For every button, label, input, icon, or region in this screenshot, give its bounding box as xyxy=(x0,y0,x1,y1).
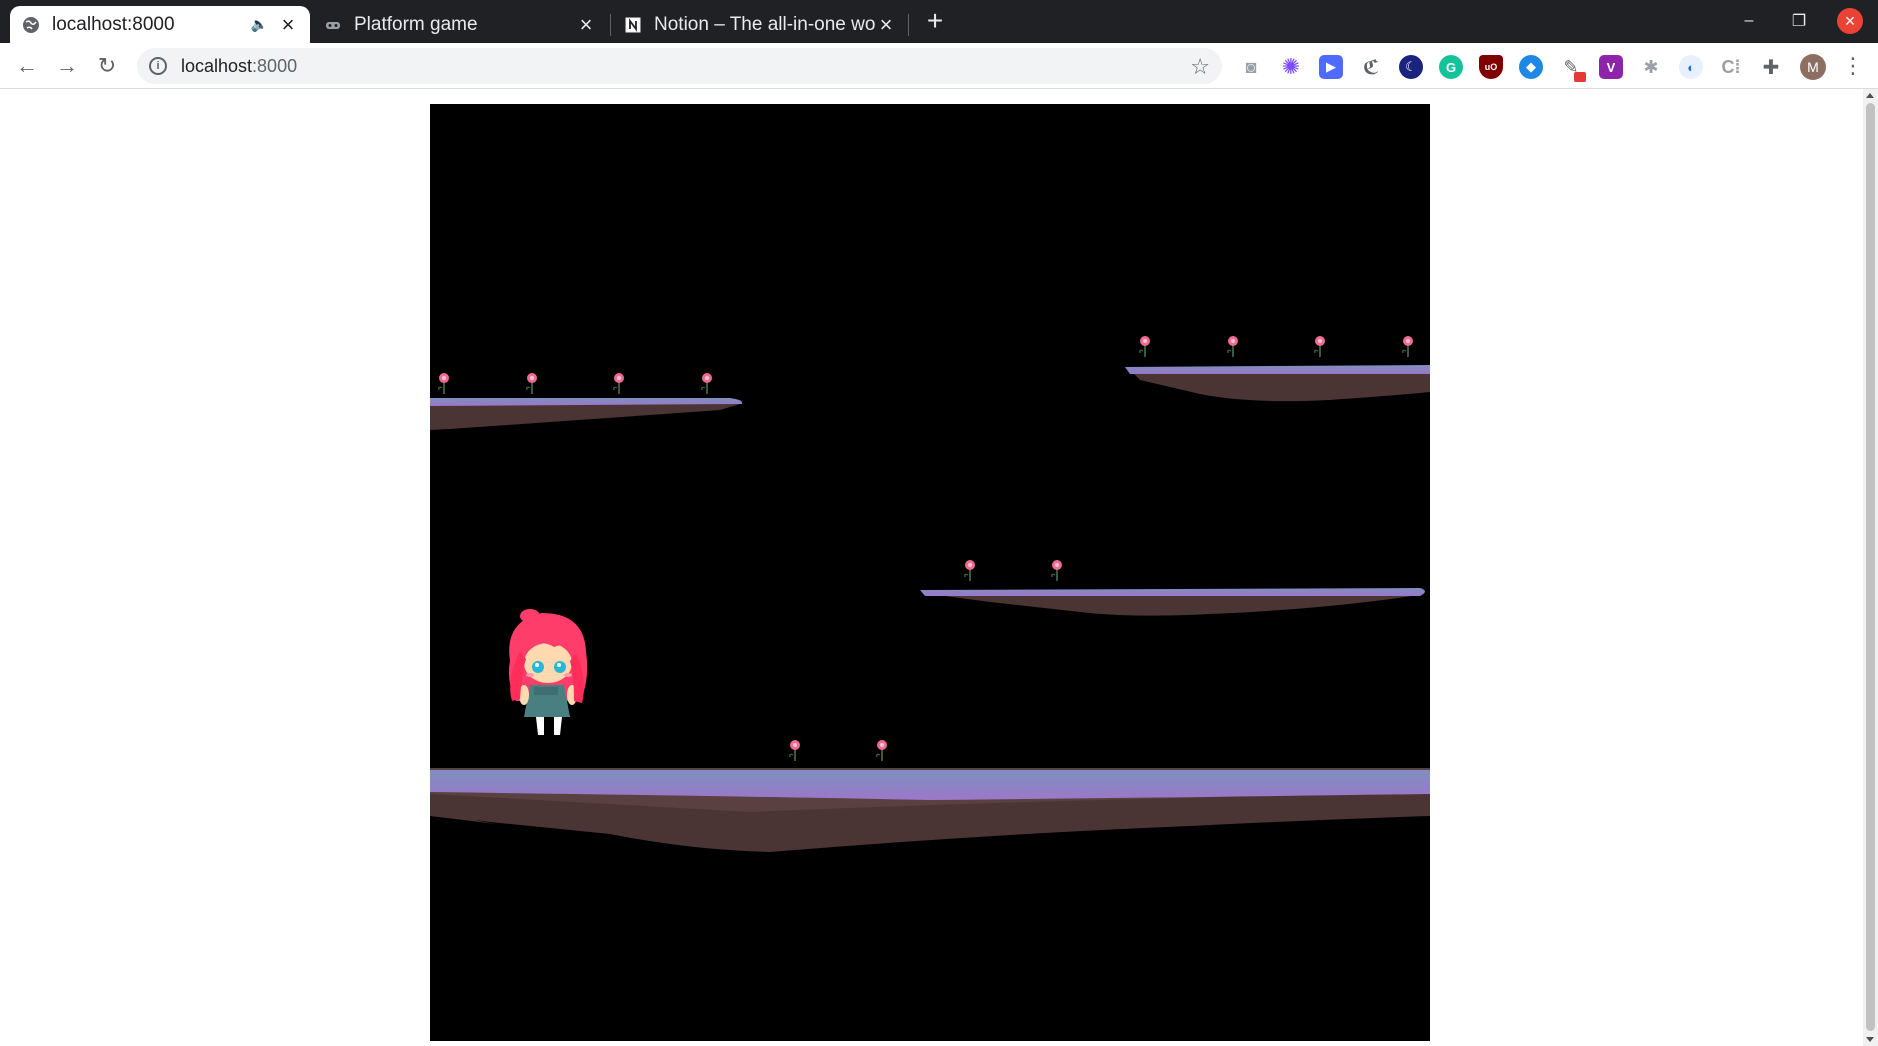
scrollbar-thumb[interactable] xyxy=(1866,103,1875,1031)
minimize-icon[interactable]: – xyxy=(1736,8,1762,34)
tab-localhost[interactable]: localhost:8000 🔈 × xyxy=(10,6,310,43)
flower xyxy=(1313,335,1326,358)
back-icon[interactable]: ← xyxy=(12,51,42,81)
v-extension-icon[interactable]: V xyxy=(1599,55,1623,79)
platform-upper-right xyxy=(1125,365,1430,402)
player-character xyxy=(508,609,588,735)
flower xyxy=(525,372,538,395)
restore-icon[interactable]: ❐ xyxy=(1786,8,1812,34)
tab-divider xyxy=(610,14,611,36)
menu-kebab-icon[interactable]: ⋮ xyxy=(1842,55,1864,77)
bookmark-star-icon[interactable]: ☆ xyxy=(1190,54,1210,80)
diamond-extension-icon[interactable]: ◆ xyxy=(1519,55,1543,79)
tab-title: localhost:8000 xyxy=(52,13,175,35)
page-viewport xyxy=(0,89,1878,1046)
speaker-icon[interactable]: 🔈 xyxy=(251,16,268,33)
browser-toolbar: ← → ↻ i localhost:8000 ☆ ◙ ✺ ▶ ℭ ☾ G uO … xyxy=(0,43,1878,89)
scroll-up-arrow[interactable] xyxy=(1866,93,1874,98)
flower xyxy=(875,739,888,762)
page-scrollbar[interactable] xyxy=(1863,89,1878,1046)
game-scene xyxy=(430,335,1430,852)
tab-title: Platform game xyxy=(354,13,478,35)
flower xyxy=(700,372,713,395)
site-info-icon[interactable]: i xyxy=(149,57,167,75)
url-port: :8000 xyxy=(252,55,298,76)
close-tab-icon[interactable]: × xyxy=(278,13,298,35)
new-tab-icon[interactable]: + xyxy=(920,5,950,36)
platform-middle-right xyxy=(920,588,1425,616)
flower xyxy=(1138,335,1151,358)
eyedropper-extension-icon[interactable]: ✎ xyxy=(1559,55,1586,82)
notion-icon xyxy=(624,16,642,34)
flower xyxy=(788,739,801,762)
camera-icon[interactable]: ◙ xyxy=(1239,55,1263,79)
flower xyxy=(1401,335,1414,358)
tab-notion[interactable]: Notion – The all-in-one wo × xyxy=(612,6,908,43)
profile-avatar[interactable]: M xyxy=(1800,54,1826,80)
tab-divider xyxy=(908,14,909,36)
game-canvas[interactable] xyxy=(430,104,1430,1041)
flower xyxy=(612,372,625,395)
flower xyxy=(1226,335,1239,358)
puzzle-icon[interactable]: ✚ xyxy=(1759,55,1783,79)
flower xyxy=(1050,559,1063,582)
close-window-icon[interactable]: × xyxy=(1837,8,1863,34)
scroll-down-arrow[interactable] xyxy=(1866,1037,1874,1042)
ublock-icon[interactable]: uO xyxy=(1479,55,1503,79)
zoom-extension-icon[interactable]: ▶ xyxy=(1319,55,1343,79)
c3-extension-icon[interactable]: C⁞ xyxy=(1719,55,1743,79)
reload-icon[interactable]: ↻ xyxy=(92,51,122,81)
close-tab-icon[interactable]: × xyxy=(576,13,596,35)
grammarly-icon[interactable]: G xyxy=(1439,55,1463,79)
c-extension-icon[interactable]: ℭ xyxy=(1359,55,1383,79)
tab-platform-game[interactable]: Platform game × xyxy=(312,6,608,43)
address-bar[interactable]: i localhost:8000 ☆ xyxy=(137,48,1222,84)
url-host: localhost xyxy=(181,55,253,76)
moon-extension-icon[interactable]: ☾ xyxy=(1399,55,1423,79)
edge-extension-icon[interactable]: ◐ xyxy=(1679,55,1703,79)
platform-upper-left xyxy=(430,398,743,430)
globe-icon xyxy=(22,16,40,34)
bug-extension-icon[interactable]: ✱ xyxy=(1639,55,1663,79)
sparkle-extension-icon[interactable]: ✺ xyxy=(1279,54,1303,79)
tab-strip: localhost:8000 🔈 × Platform game × Notio… xyxy=(0,0,1878,43)
flower xyxy=(963,559,976,582)
flower xyxy=(437,372,450,395)
close-tab-icon[interactable]: × xyxy=(876,13,896,35)
forward-icon[interactable]: → xyxy=(52,51,82,81)
game-icon xyxy=(324,16,342,34)
url-text[interactable]: localhost:8000 xyxy=(181,56,297,77)
tab-title: Notion – The all-in-one wo xyxy=(654,13,876,35)
platform-ground xyxy=(430,768,1430,852)
